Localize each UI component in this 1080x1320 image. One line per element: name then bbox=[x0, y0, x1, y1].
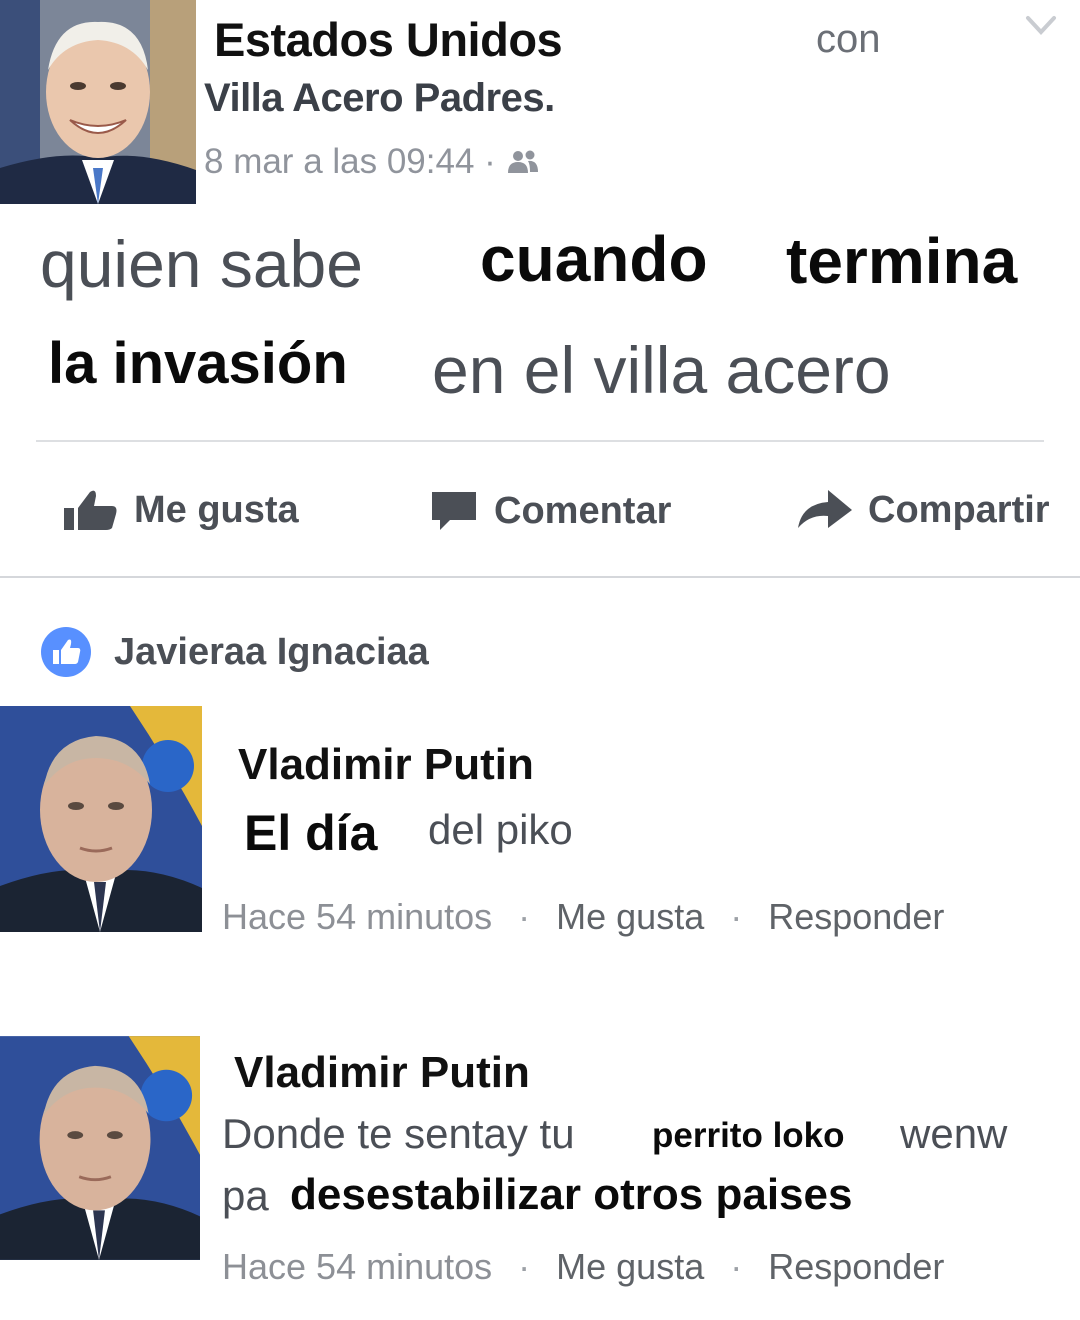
post-with-label: con bbox=[816, 17, 881, 61]
comment-author-name[interactable]: Vladimir Putin bbox=[234, 1048, 530, 1098]
separator-dot: · bbox=[730, 1246, 743, 1287]
comment-timestamp[interactable]: Hace 54 minutos bbox=[222, 1246, 492, 1288]
post-author-avatar[interactable] bbox=[0, 0, 196, 204]
comment-meta: Hace 54 minutos · Me gusta · Responder bbox=[222, 896, 944, 938]
reaction-user-name[interactable]: Javieraa Ignaciaa bbox=[114, 631, 429, 674]
post-text-segment: termina bbox=[786, 225, 1018, 297]
post-author-name[interactable]: Estados Unidos bbox=[214, 12, 563, 67]
comment-reply-button[interactable]: Responder bbox=[768, 1246, 944, 1288]
like-button[interactable]: Me gusta bbox=[62, 488, 299, 532]
comment-icon bbox=[432, 492, 476, 530]
comment-text-segment: desestabilizar otros paises bbox=[290, 1170, 853, 1219]
comment-like-button[interactable]: Me gusta bbox=[556, 896, 704, 938]
comment-text-segment: perrito loko bbox=[652, 1116, 845, 1155]
post-meta: 8 mar a las 09:44 · bbox=[204, 142, 540, 182]
reactions-row[interactable]: Javieraa Ignaciaa bbox=[40, 626, 429, 678]
comment-text-segment: El día bbox=[244, 805, 378, 861]
friends-icon bbox=[507, 150, 538, 173]
post-text-segment: en el villa acero bbox=[432, 333, 891, 407]
comment-timestamp[interactable]: Hace 54 minutos bbox=[222, 896, 492, 938]
chevron-down-icon[interactable] bbox=[1024, 10, 1058, 40]
thumbs-up-icon bbox=[64, 490, 117, 530]
post-text-segment: cuando bbox=[480, 223, 708, 295]
actions-divider bbox=[0, 576, 1080, 578]
comment-text-segment: pa bbox=[222, 1172, 269, 1219]
comment-reply-button[interactable]: Responder bbox=[768, 896, 944, 938]
comment-text-segment: wenw bbox=[900, 1110, 1008, 1157]
comment-author-avatar[interactable] bbox=[0, 1036, 200, 1260]
comment-button-label: Comentar bbox=[494, 489, 672, 532]
like-button-label: Me gusta bbox=[134, 488, 299, 531]
post-text-segment: la invasión bbox=[48, 331, 348, 396]
comment-button[interactable]: Comentar bbox=[428, 488, 671, 534]
separator-dot: · bbox=[518, 1246, 531, 1287]
separator-dot: · bbox=[518, 896, 531, 937]
share-button-label: Compartir bbox=[868, 488, 1050, 531]
post-text-segment: quien sabe bbox=[40, 227, 363, 301]
comment-author-name[interactable]: Vladimir Putin bbox=[238, 740, 534, 790]
post-group-name[interactable]: Villa Acero Padres. bbox=[204, 76, 555, 121]
post-timestamp[interactable]: 8 mar a las 09:44 · bbox=[204, 142, 496, 182]
comment-text-segment: Donde te sentay tu bbox=[222, 1110, 575, 1157]
like-reaction-icon bbox=[41, 627, 91, 677]
comment-author-avatar[interactable] bbox=[0, 706, 202, 932]
comment-meta: Hace 54 minutos · Me gusta · Responder bbox=[222, 1246, 944, 1288]
separator-dot: · bbox=[730, 896, 743, 937]
post-divider bbox=[36, 440, 1044, 442]
share-arrow-icon bbox=[798, 490, 852, 528]
share-button[interactable]: Compartir bbox=[794, 488, 1050, 532]
comment-like-button[interactable]: Me gusta bbox=[556, 1246, 704, 1288]
comment-text-segment: del piko bbox=[428, 806, 573, 853]
